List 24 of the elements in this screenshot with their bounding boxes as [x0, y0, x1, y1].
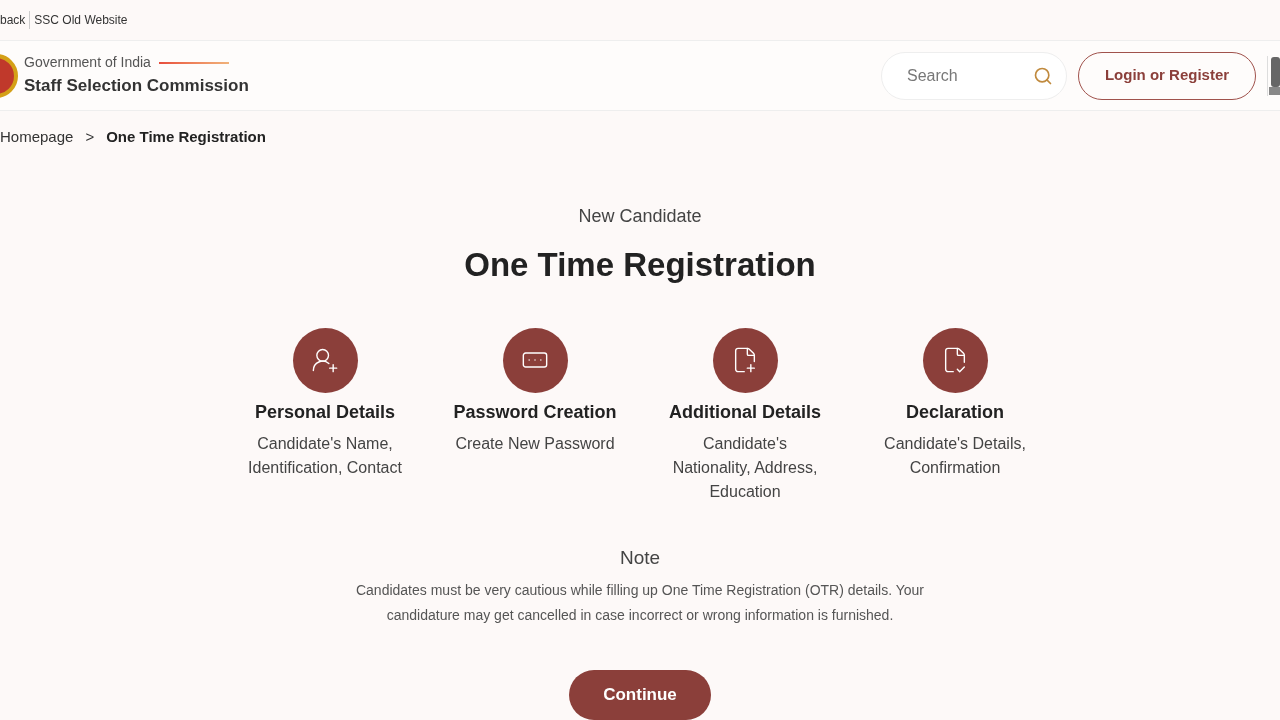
note-title: Note: [619, 545, 661, 570]
step-title: Personal Details: [254, 400, 396, 424]
continue-button[interactable]: Continue: [569, 670, 711, 720]
step-description: Create New Password: [455, 433, 615, 454]
step-description: Candidate's Nationality, Address, Education: [672, 433, 818, 502]
emblem-icon: [0, 52, 18, 99]
search-field[interactable]: Search: [881, 51, 1067, 100]
eyebrow-text: New Candidate: [578, 205, 702, 228]
top-link[interactable]: back: [0, 11, 31, 30]
user-plus-icon: [311, 346, 339, 374]
step-title: Declaration: [905, 400, 1004, 424]
page-heading: One Time Registration: [464, 245, 816, 285]
step-title: Password Creation: [453, 400, 617, 424]
breadcrumb-separator: >: [85, 126, 95, 147]
step-title: Additional Details: [669, 400, 821, 424]
step-description: Candidate's Details, Confirmation: [884, 433, 1026, 478]
breadcrumb-link[interactable]: One Time Registration: [106, 125, 266, 149]
top-link[interactable]: SSC Old Website: [30, 11, 132, 30]
note-text: Candidates must be very cautious while filling up One Time Registration (OTR) details. Your candidature may get cancelled in case incorrect or wrong information is furnished.: [354, 581, 925, 625]
site-title: Staff Selection Commission: [24, 75, 249, 98]
subtitle: Government of India: [24, 53, 151, 73]
breadcrumb-link[interactable]: Homepage: [0, 125, 74, 149]
search-icon: [1033, 65, 1053, 86]
step-description: Candidate's Name, Identification, Contact: [248, 433, 402, 478]
